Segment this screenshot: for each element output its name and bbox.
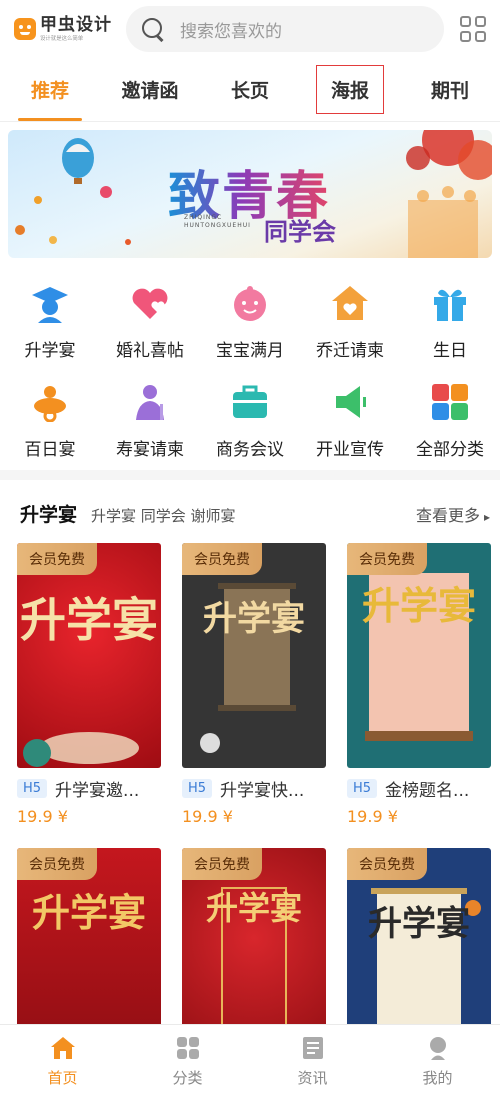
section-title: 升学宴: [20, 504, 78, 526]
card-price: 19.9 ¥: [347, 807, 398, 826]
category-opening[interactable]: 开业宣传: [300, 381, 400, 460]
logo-subtitle: 设计就是这么简单: [40, 34, 84, 42]
category-graduation[interactable]: 升学宴: [0, 282, 100, 361]
search-input[interactable]: 搜索您喜欢的: [126, 6, 444, 52]
section-divider: [0, 470, 500, 480]
member-free-badge: 会员免费: [17, 543, 97, 575]
template-card[interactable]: 会员免费 升学宴 H5 升学宴邀... 19.9 ¥: [17, 543, 161, 826]
app-header: 甲虫设计 设计就是这么简单 搜索您喜欢的: [0, 0, 500, 58]
logo[interactable]: 甲虫设计 设计就是这么简单: [14, 14, 114, 42]
h5-tag: H5: [182, 779, 213, 798]
pacifier-icon: [29, 381, 71, 423]
card-price: 19.9 ¥: [182, 807, 233, 826]
poster-thumbnail: 会员免费 升学宴: [17, 543, 161, 768]
bottom-navigation: 首页 分类 资讯 我的: [0, 1024, 500, 1098]
member-free-badge: 会员免费: [347, 848, 427, 880]
poster-thumbnail: 会员免费 升学宴: [347, 543, 491, 768]
hearts-icon: [129, 282, 171, 324]
promo-banner[interactable]: 致青春 同学会 ZHIQINGC HUNTONGXUEHUI: [8, 130, 492, 258]
profile-icon: [425, 1035, 451, 1061]
news-icon: [300, 1035, 326, 1061]
elder-icon: [129, 381, 171, 423]
template-card[interactable]: 会员免费 升学宴 H5 升学宴快... 19.9 ¥: [182, 543, 326, 826]
tab-poster[interactable]: 海报: [300, 58, 400, 121]
category-business[interactable]: 商务会议: [200, 381, 300, 460]
search-icon: [140, 16, 166, 42]
category-hundred-days[interactable]: 百日宴: [0, 381, 100, 460]
card-title: 金榜题名...: [385, 781, 470, 801]
megaphone-icon: [329, 381, 371, 423]
grid-menu-icon[interactable]: [460, 16, 486, 42]
tab-recommend[interactable]: 推荐: [0, 58, 100, 121]
category-longevity[interactable]: 寿宴请柬: [100, 381, 200, 460]
member-free-badge: 会员免费: [182, 848, 262, 880]
baby-icon: [229, 282, 271, 324]
poster-title: 升学宴: [368, 904, 470, 944]
briefcase-icon: [229, 381, 271, 423]
category-housewarming[interactable]: 乔迁请柬: [300, 282, 400, 361]
category-tabs: 推荐 邀请函 长页 海报 期刊: [0, 58, 500, 122]
poster-title: 升学宴: [20, 593, 158, 647]
card-price: 19.9 ¥: [17, 807, 68, 826]
poster-title: 升学宴: [31, 890, 146, 935]
template-cards: 会员免费 升学宴 H5 升学宴邀... 19.9 ¥ 会员免费 升学宴 H5 升…: [17, 543, 491, 1073]
h5-tag: H5: [347, 779, 378, 798]
all-categories-icon: [429, 381, 471, 423]
category-wedding[interactable]: 婚礼喜帖: [100, 282, 200, 361]
gift-icon: [429, 282, 471, 324]
banner-subtitle: 同学会: [264, 217, 336, 246]
category-icon: [175, 1035, 201, 1061]
nav-home[interactable]: 首页: [0, 1025, 125, 1098]
category-baby-month[interactable]: 宝宝满月: [200, 282, 300, 361]
nav-category[interactable]: 分类: [125, 1025, 250, 1098]
search-placeholder: 搜索您喜欢的: [180, 21, 282, 42]
house-icon: [329, 282, 371, 324]
poster-title: 升学宴: [205, 889, 302, 927]
section-tags: 升学宴 同学会 谢师宴: [91, 507, 236, 525]
logo-title: 甲虫设计: [40, 14, 112, 35]
h5-tag: H5: [17, 779, 48, 798]
poster-title: 升学宴: [203, 599, 305, 639]
category-grid: 升学宴 婚礼喜帖 宝宝满月 乔迁请柬 生日 百日宴 寿宴请柬 商务会议 开业宣传…: [0, 282, 500, 460]
tab-long-page[interactable]: 长页: [200, 58, 300, 121]
poster-thumbnail: 会员免费 升学宴: [182, 543, 326, 768]
card-title: 升学宴邀...: [55, 781, 140, 801]
beetle-logo-icon: [14, 18, 36, 40]
chevron-right-icon: ▸: [483, 510, 490, 524]
member-free-badge: 会员免费: [182, 543, 262, 575]
graduate-icon: [29, 282, 71, 324]
template-card[interactable]: 会员免费 升学宴 H5 金榜题名... 19.9 ¥: [347, 543, 491, 826]
card-title: 升学宴快...: [220, 781, 305, 801]
home-icon: [50, 1035, 76, 1061]
nav-profile[interactable]: 我的: [375, 1025, 500, 1098]
section-header: 升学宴 升学宴 同学会 谢师宴 查看更多 ▸: [20, 500, 490, 526]
tab-invitation[interactable]: 邀请函: [100, 58, 200, 121]
member-free-badge: 会员免费: [347, 543, 427, 575]
tab-journal[interactable]: 期刊: [400, 58, 500, 121]
view-more-link[interactable]: 查看更多 ▸: [416, 502, 490, 526]
member-free-badge: 会员免费: [17, 848, 97, 880]
poster-title: 升学宴: [361, 583, 476, 628]
category-all[interactable]: 全部分类: [400, 381, 500, 460]
banner-pinyin: ZHIQINGC HUNTONGXUEHUI: [184, 214, 251, 229]
nav-news[interactable]: 资讯: [250, 1025, 375, 1098]
category-birthday[interactable]: 生日: [400, 282, 500, 361]
